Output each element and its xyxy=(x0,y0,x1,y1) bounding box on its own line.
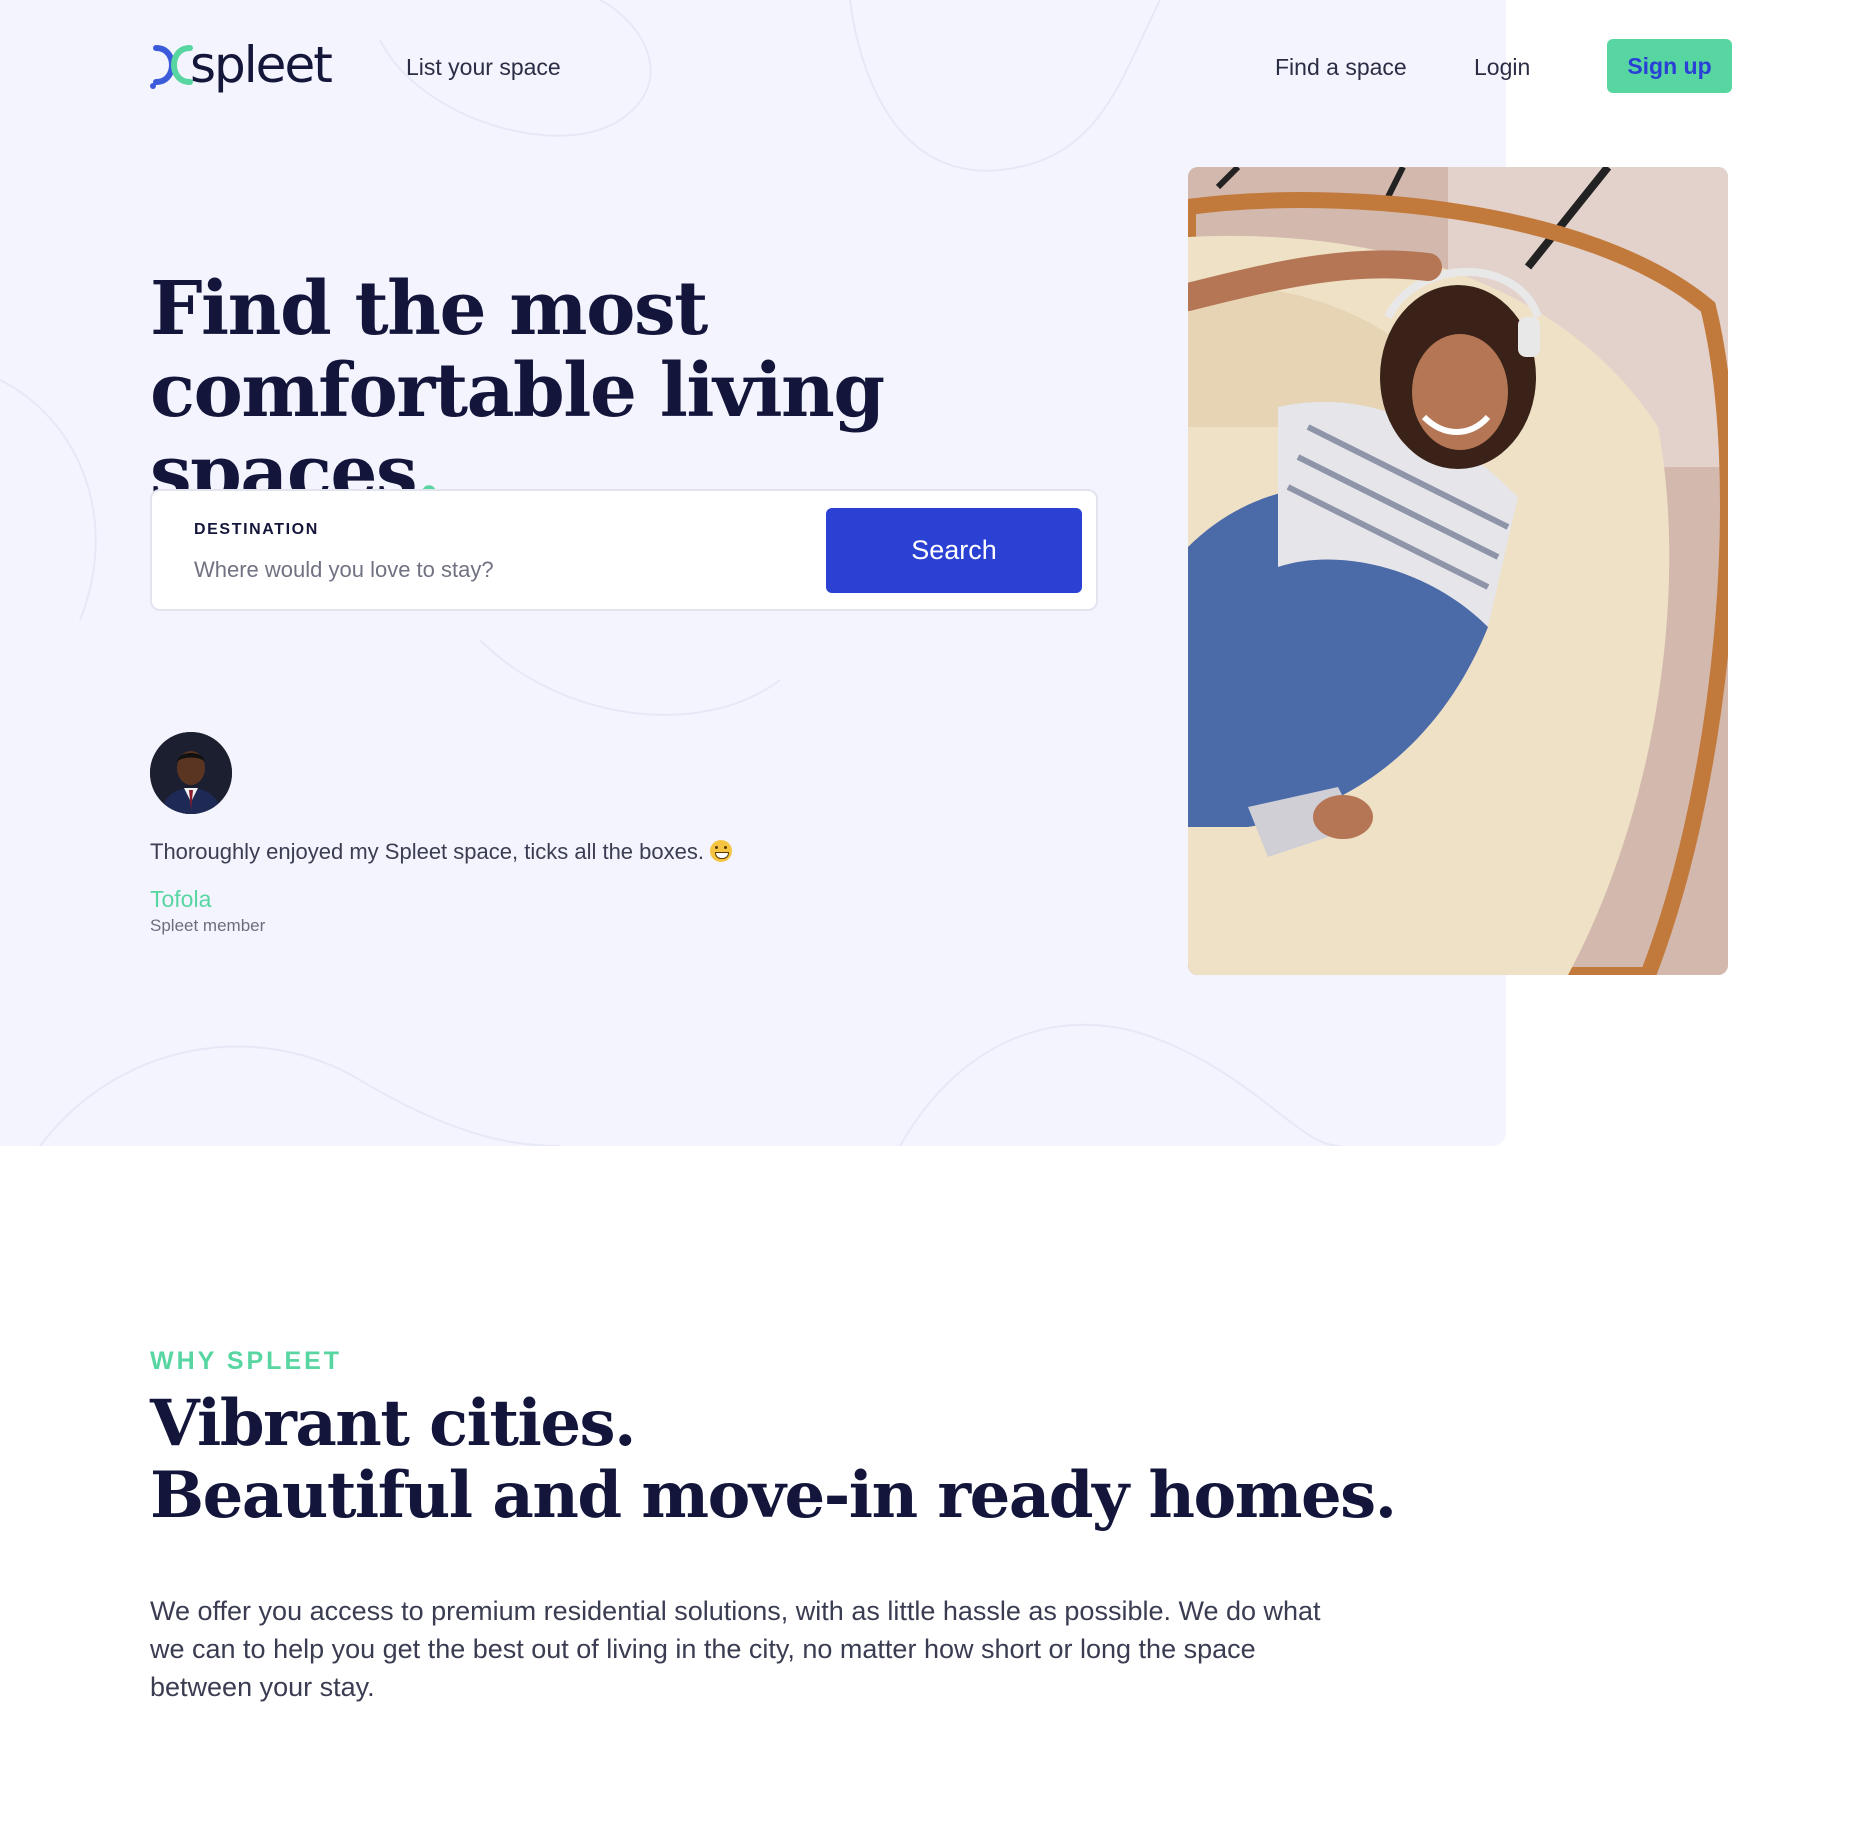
why-title: Vibrant cities. Beautiful and move-in re… xyxy=(150,1388,1450,1532)
nav-find-a-space[interactable]: Find a space xyxy=(1275,50,1407,84)
hero-headline: Find the most comfortable living spaces. xyxy=(150,268,1110,514)
nav-list-your-space[interactable]: List your space xyxy=(406,50,561,84)
why-kicker: WHY SPLEET xyxy=(150,1347,343,1375)
why-title-line2: Beautiful and move-in ready homes. xyxy=(150,1458,1397,1533)
destination-input[interactable] xyxy=(194,553,754,587)
logo-mark-icon xyxy=(150,36,196,94)
signup-button[interactable]: Sign up xyxy=(1607,39,1732,93)
testimonial-quote: Thoroughly enjoyed my Spleet space, tick… xyxy=(150,836,732,868)
nav-login[interactable]: Login xyxy=(1474,50,1530,84)
search-button[interactable]: Search xyxy=(826,508,1082,593)
search-bar: DESTINATION Search xyxy=(150,489,1098,611)
testimonial-author: Tofola xyxy=(150,886,212,912)
testimonial-quote-text: Thoroughly enjoyed my Spleet space, tick… xyxy=(150,839,704,864)
hero-headline-line1: Find the most xyxy=(150,266,708,352)
testimonial-avatar xyxy=(150,732,232,814)
testimonial-author-role: Spleet member xyxy=(150,916,266,935)
logo[interactable]: spleet xyxy=(150,36,333,94)
why-title-line1: Vibrant cities. xyxy=(150,1386,636,1461)
grinning-face-icon xyxy=(709,840,732,862)
logo-wordmark: spleet xyxy=(190,36,333,94)
destination-label: DESTINATION xyxy=(194,521,319,538)
hero-photo xyxy=(1188,167,1728,975)
why-body: We offer you access to premium residenti… xyxy=(150,1596,1321,1702)
